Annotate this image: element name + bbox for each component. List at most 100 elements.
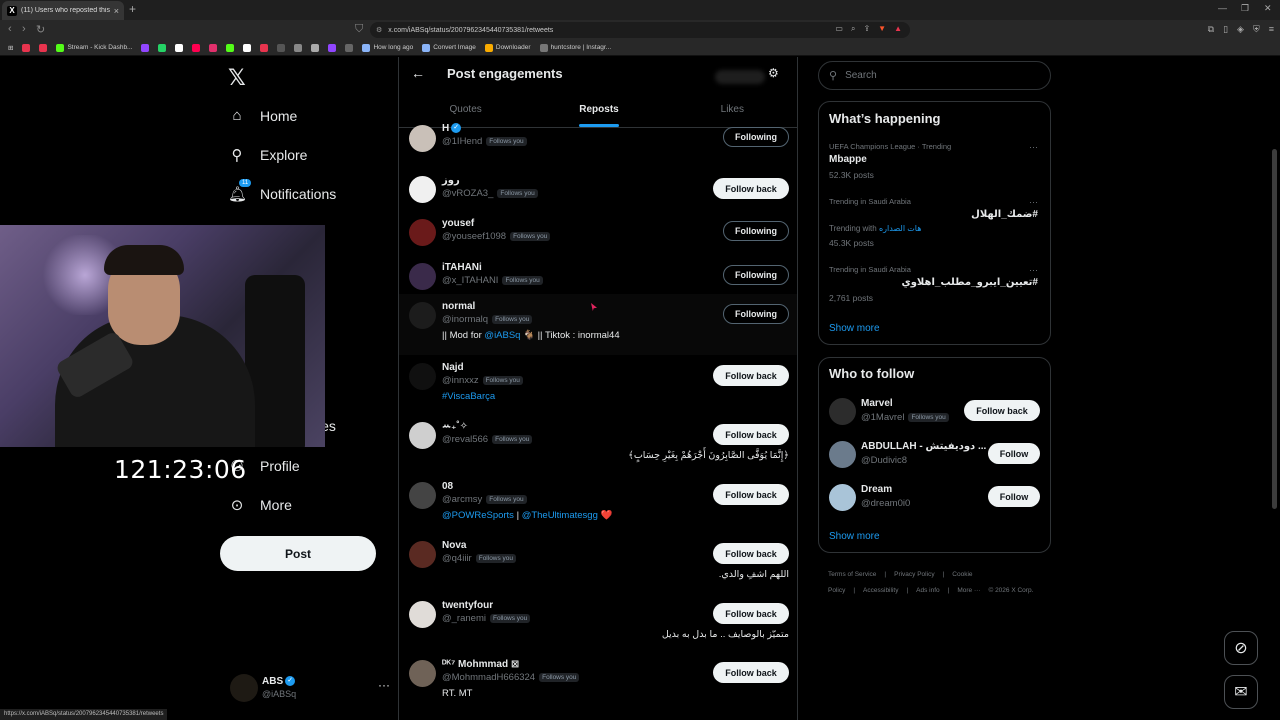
rewards-icon[interactable]: ▲ (894, 24, 902, 34)
sidebar-icon[interactable]: ▯ (1223, 24, 1228, 35)
trend-more-icon[interactable]: ··· (1029, 142, 1038, 152)
brave-shield-icon[interactable]: ▼ (878, 24, 886, 34)
follow-button[interactable]: Follow (988, 486, 1040, 507)
avatar[interactable] (829, 398, 856, 425)
avatar[interactable] (409, 541, 436, 568)
list-item[interactable]: Najd @innxxz Follows you Follow back #ViscaB… (399, 355, 797, 414)
extensions-icon[interactable]: ⧉ (1208, 24, 1214, 35)
list-item[interactable]: 08 @arcmsy Follows you Follow back @POWReSpo… (399, 474, 797, 533)
browser-tab[interactable]: X (11) Users who reposted this po... × (2, 1, 124, 20)
trend-more-icon[interactable]: ··· (1029, 265, 1038, 275)
back-icon[interactable]: ‹ (8, 23, 12, 35)
bookmark-item[interactable] (192, 43, 201, 52)
avatar[interactable] (409, 125, 436, 152)
page-scrollbar[interactable] (1272, 149, 1277, 509)
bookmark-item[interactable] (294, 43, 303, 52)
maximize-icon[interactable]: ❐ (1241, 3, 1249, 14)
footer-link[interactable]: More ··· (957, 587, 980, 594)
follow-back-button[interactable]: Follow back (713, 662, 789, 683)
back-arrow-icon[interactable]: ← (411, 65, 425, 81)
following-button[interactable]: Following (723, 304, 789, 324)
trend-name[interactable]: #تعيين_ايبرو_مطلب_اهلاوي (902, 277, 1038, 288)
address-bar[interactable]: ⚙ x.com/iABSq/status/2007962345440735381… (370, 22, 910, 38)
post-button[interactable]: Post (220, 536, 376, 571)
user-name[interactable]: H ✓ (442, 123, 462, 134)
bookmark-item[interactable]: huntcstore | Instagr... (539, 43, 611, 52)
user-name[interactable]: twentyfour (442, 600, 493, 611)
zoom-icon[interactable]: ⌕ (851, 24, 855, 34)
vpn-icon[interactable]: ⛨ (1253, 24, 1260, 35)
bookmark-item[interactable] (277, 43, 286, 52)
user-name[interactable]: iTAHANi (442, 262, 482, 273)
tab-reposts[interactable]: Reposts (532, 92, 665, 127)
follow-button[interactable]: Follow (988, 443, 1040, 464)
avatar[interactable] (409, 363, 436, 390)
follow-back-button[interactable]: Follow back (713, 603, 789, 624)
bio-link[interactable]: @POWReSports (442, 510, 514, 521)
footer-link[interactable]: Terms of Service (828, 571, 876, 578)
suggested-name[interactable]: Dream (861, 484, 892, 495)
share-icon[interactable]: ⇪ (863, 24, 870, 34)
avatar[interactable] (829, 441, 856, 468)
nav-more[interactable]: ⊙ More (228, 496, 292, 514)
follow-back-button[interactable]: Follow back (713, 178, 789, 199)
bookmark-item[interactable] (175, 43, 184, 52)
user-name[interactable]: ꕀ₊˚✧ (442, 421, 468, 432)
wallet-icon[interactable]: ◈ (1237, 24, 1244, 35)
tab-likes[interactable]: Likes (666, 92, 797, 127)
list-item[interactable]: twentyfour @_ranemi Follows you Follow back… (399, 593, 797, 652)
bookmark-item[interactable] (39, 43, 48, 52)
avatar[interactable] (409, 302, 436, 329)
list-item[interactable]: yousef @youseef1098 Follows you Following (399, 211, 797, 255)
bookmark-item[interactable]: Downloader (484, 43, 531, 52)
following-button[interactable]: Following (723, 265, 789, 285)
avatar[interactable] (409, 176, 436, 203)
list-item[interactable]: normal @inormalq Follows you Following || Mo… (399, 294, 797, 355)
bio-link[interactable]: #ViscaBarça (442, 391, 495, 402)
trend-with-link[interactable]: هات الصداره (879, 224, 921, 233)
user-name[interactable]: 08 (442, 481, 453, 492)
bookmark-icon[interactable]: ⛉ (355, 23, 363, 36)
account-switcher[interactable]: ABS ✓ @iABSq ··· (230, 674, 390, 704)
list-item[interactable]: Nova @q4iiir Follows you Follow back اللهم ا… (399, 533, 797, 593)
apps-icon[interactable]: ⊞ (8, 44, 13, 52)
window-close-icon[interactable]: ✕ (1264, 3, 1272, 14)
tab-quotes[interactable]: Quotes (399, 92, 532, 127)
trend-name[interactable]: Mbappe (829, 154, 867, 165)
avatar[interactable] (409, 422, 436, 449)
nav-home[interactable]: ⌂ Home (228, 107, 297, 124)
list-item[interactable]: روز @vROZA3_ Follows you Follow back (399, 168, 797, 211)
user-name[interactable]: روز (442, 175, 460, 186)
user-name[interactable]: Nova (442, 540, 466, 551)
bookmark-item[interactable] (328, 43, 337, 52)
bookmark-item[interactable] (141, 43, 150, 52)
trend-name[interactable]: #ضمك_الهلال (971, 209, 1038, 220)
nav-explore[interactable]: ⚲ Explore (228, 146, 308, 164)
list-item[interactable]: iTAHANi @x_ITAHANI Follows you Following (399, 255, 797, 294)
following-button[interactable]: Following (723, 127, 789, 147)
footer-link[interactable]: Ads info (916, 587, 940, 594)
user-name[interactable]: ᴰᴷ⁷ Mohmmad ⊠ (442, 659, 519, 670)
trend-more-icon[interactable]: ··· (1029, 197, 1038, 207)
bookmark-item[interactable] (158, 43, 167, 52)
user-name[interactable]: normal (442, 301, 475, 312)
nav-notifications[interactable]: 🔔︎ 11 Notifications (228, 179, 336, 203)
user-name[interactable]: yousef (442, 218, 474, 229)
avatar[interactable] (409, 219, 436, 246)
follow-back-button[interactable]: Follow back (713, 484, 789, 505)
list-item[interactable]: ꕀ₊˚✧ @reval566 Follows you Follow back ﴿إِنَ… (399, 414, 797, 474)
bookmark-item[interactable]: Convert Image (422, 43, 476, 52)
bookmark-item[interactable]: Stream - Kick Dashb... (56, 43, 132, 52)
avatar[interactable] (829, 484, 856, 511)
tab-close-icon[interactable]: × (114, 6, 119, 16)
bio-link[interactable]: @iABSq (484, 330, 520, 341)
show-more-link[interactable]: Show more (829, 323, 880, 334)
bookmark-item[interactable] (209, 43, 218, 52)
messages-icon[interactable]: ✉ (1224, 675, 1258, 709)
avatar[interactable] (409, 601, 436, 628)
following-button[interactable]: Following (723, 221, 789, 241)
user-name[interactable]: Najd (442, 362, 464, 373)
more-dots-icon[interactable]: ··· (378, 678, 390, 692)
avatar[interactable] (409, 482, 436, 509)
menu-icon[interactable]: ≡ (1269, 24, 1274, 35)
